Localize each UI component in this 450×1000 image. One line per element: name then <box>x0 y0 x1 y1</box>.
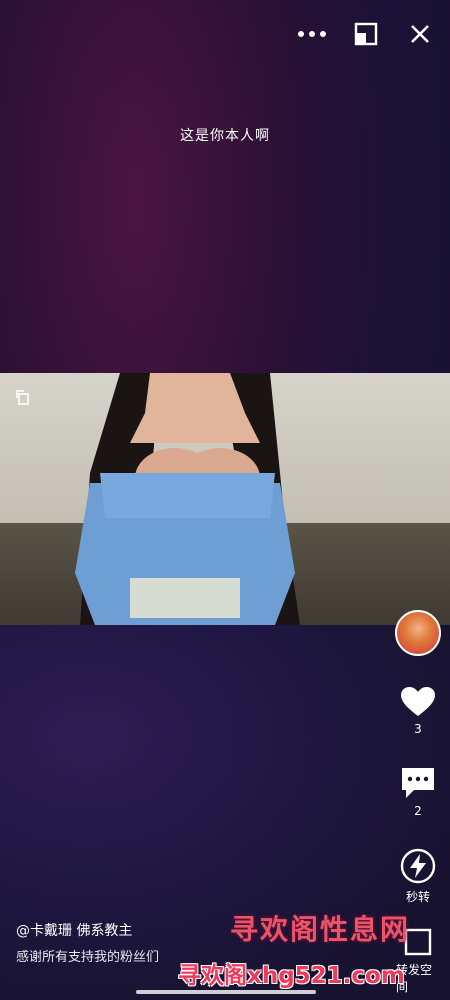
quick-repost-button[interactable]: 秒转 <box>400 848 436 905</box>
video-player[interactable] <box>0 373 450 625</box>
picture-in-picture-icon <box>354 22 378 46</box>
heart-icon <box>401 687 435 716</box>
close-icon <box>411 25 429 43</box>
comment-button[interactable]: 2 <box>400 766 436 818</box>
comment-count: 2 <box>414 804 422 818</box>
like-button[interactable]: 3 <box>400 686 436 736</box>
watermark-title: 寻欢阁性息网 <box>230 913 411 946</box>
author-name[interactable]: @卡戴珊 佛系教主 <box>16 920 132 940</box>
like-count: 3 <box>414 722 422 736</box>
comment-icon <box>402 768 434 798</box>
quick-repost-label: 秒转 <box>405 890 430 904</box>
more-button[interactable] <box>296 18 328 50</box>
lightning-icon <box>400 848 436 884</box>
top-bar <box>296 18 436 50</box>
video-person <box>75 373 300 625</box>
author-avatar[interactable] <box>395 610 441 656</box>
watermark-url: 寻欢阁xhg521.com <box>178 963 405 989</box>
close-button[interactable] <box>404 18 436 50</box>
video-caption: 这是你本人啊 <box>180 128 270 144</box>
picture-in-picture-button[interactable] <box>350 18 382 50</box>
home-indicator <box>136 990 316 994</box>
rotate-button[interactable] <box>14 388 32 410</box>
post-description: 感谢所有支持我的粉丝们 <box>16 950 160 965</box>
rotate-screen-icon <box>16 390 29 405</box>
more-dots-icon <box>298 31 326 37</box>
